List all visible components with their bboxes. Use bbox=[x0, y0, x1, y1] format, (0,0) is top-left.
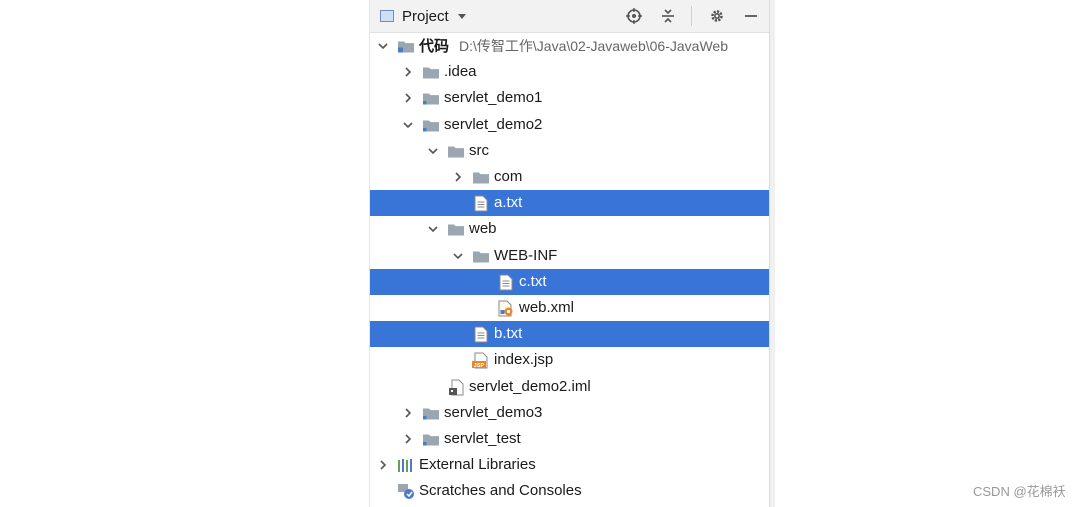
tree-node-servlet-demo2[interactable]: servlet_demo2 bbox=[370, 112, 769, 138]
tree-node-label: web bbox=[469, 220, 497, 237]
collapse-icon[interactable] bbox=[659, 7, 677, 25]
gear-icon[interactable] bbox=[708, 7, 726, 25]
tree-node-label: web.xml bbox=[519, 299, 575, 316]
iml-icon bbox=[446, 378, 466, 396]
tree-node-c-txt[interactable]: c.txt bbox=[370, 269, 769, 295]
chevron-down-icon[interactable] bbox=[376, 33, 390, 59]
libraries-icon bbox=[396, 456, 416, 474]
folder-icon bbox=[421, 63, 441, 81]
header-toolbar bbox=[609, 0, 760, 32]
tree-node-b-txt[interactable]: b.txt bbox=[370, 321, 769, 347]
tree-node-web-xml[interactable]: web.xml bbox=[370, 295, 769, 321]
scratches-icon bbox=[396, 482, 416, 500]
chevron-down-icon[interactable] bbox=[401, 112, 415, 138]
svg-text:JSP: JSP bbox=[474, 363, 485, 369]
tree-node-label: Scratches and Consoles bbox=[419, 482, 582, 499]
toolbar-separator bbox=[691, 6, 692, 26]
tree-node-src[interactable]: src bbox=[370, 138, 769, 164]
project-tool-window: Project 代码 D:\传智工作\Java\02-Javaweb\06-Jav… bbox=[369, 0, 770, 507]
module-folder-icon bbox=[421, 116, 441, 134]
watermark: CSDN @花棉袄 bbox=[973, 484, 1066, 499]
chevron-down-icon[interactable] bbox=[451, 243, 465, 269]
tree-node-servlet-demo3[interactable]: servlet_demo3 bbox=[370, 400, 769, 426]
tree-node-com[interactable]: com bbox=[370, 164, 769, 190]
tree-node-web-inf[interactable]: WEB-INF bbox=[370, 243, 769, 269]
tree-node-label: src bbox=[469, 142, 489, 159]
xml-icon bbox=[496, 299, 516, 317]
tree-node-servlet-test[interactable]: servlet_test bbox=[370, 426, 769, 452]
locate-icon[interactable] bbox=[625, 7, 643, 25]
folder-icon bbox=[446, 142, 466, 160]
module-label-group: 代码 D:\传智工作\Java\02-Javaweb\06-JavaWeb bbox=[419, 33, 728, 59]
tree-node-label: a.txt bbox=[494, 194, 523, 211]
tree-node-label: servlet_demo1 bbox=[444, 89, 543, 106]
txt-icon bbox=[471, 325, 491, 343]
folder-icon bbox=[471, 168, 491, 186]
tree-node-label: WEB-INF bbox=[494, 247, 558, 264]
view-selector[interactable]: Project bbox=[380, 8, 466, 25]
txt-icon bbox=[496, 273, 516, 291]
minimize-icon[interactable] bbox=[742, 7, 760, 25]
chevron-right-icon[interactable] bbox=[401, 85, 415, 111]
chevron-down-icon[interactable] bbox=[426, 216, 440, 242]
view-title: Project bbox=[402, 7, 449, 25]
chevron-right-icon[interactable] bbox=[401, 400, 415, 426]
module-folder-icon bbox=[421, 404, 441, 422]
module-folder-icon bbox=[421, 430, 441, 448]
tree-node-web[interactable]: web bbox=[370, 216, 769, 242]
tree-node-external-libraries[interactable]: External Libraries bbox=[370, 452, 769, 478]
tree-node-idea[interactable]: .idea bbox=[370, 59, 769, 85]
tree-node-[interactable]: 代码 D:\传智工作\Java\02-Javaweb\06-JavaWeb bbox=[370, 33, 769, 59]
tree-node-label: servlet_demo3 bbox=[444, 404, 543, 421]
tree-node-label: 代码 bbox=[419, 38, 450, 55]
tree-node-label: servlet_demo2 bbox=[444, 116, 543, 133]
txt-icon bbox=[471, 194, 491, 212]
chevron-right-icon[interactable] bbox=[401, 426, 415, 452]
tree-node-label: b.txt bbox=[494, 325, 523, 342]
tree-node-label: com bbox=[494, 168, 523, 185]
project-header: Project bbox=[370, 0, 770, 33]
chevron-down-icon[interactable] bbox=[426, 138, 440, 164]
dropdown-arrow-icon bbox=[457, 13, 466, 19]
folder-icon bbox=[446, 220, 466, 238]
module-icon bbox=[396, 37, 416, 55]
tree-node-label: servlet_demo2.iml bbox=[469, 378, 591, 395]
tree-node-scratches-and-consoles[interactable]: Scratches and Consoles bbox=[370, 478, 769, 504]
editor-gutter bbox=[769, 0, 775, 507]
chevron-right-icon[interactable] bbox=[376, 452, 390, 478]
tree-node-label: External Libraries bbox=[419, 456, 536, 473]
jsp-icon: JSP bbox=[471, 351, 491, 369]
tree-node-servlet-demo2-iml[interactable]: servlet_demo2.iml bbox=[370, 374, 769, 400]
tree-node-label: .idea bbox=[444, 63, 477, 80]
folder-icon bbox=[471, 247, 491, 265]
module-path: D:\传智工作\Java\02-Javaweb\06-JavaWeb bbox=[459, 38, 728, 54]
tree-node-label: c.txt bbox=[519, 273, 547, 290]
chevron-right-icon[interactable] bbox=[401, 59, 415, 85]
tree-node-label: index.jsp bbox=[494, 351, 554, 368]
tree-node-servlet-demo1[interactable]: servlet_demo1 bbox=[370, 85, 769, 111]
tree-node-label: servlet_test bbox=[444, 430, 521, 447]
project-view-icon bbox=[380, 10, 394, 22]
tree-node-a-txt[interactable]: a.txt bbox=[370, 190, 769, 216]
chevron-right-icon[interactable] bbox=[451, 164, 465, 190]
tree-node-index-jsp[interactable]: JSP index.jsp bbox=[370, 347, 769, 373]
module-folder-icon bbox=[421, 89, 441, 107]
